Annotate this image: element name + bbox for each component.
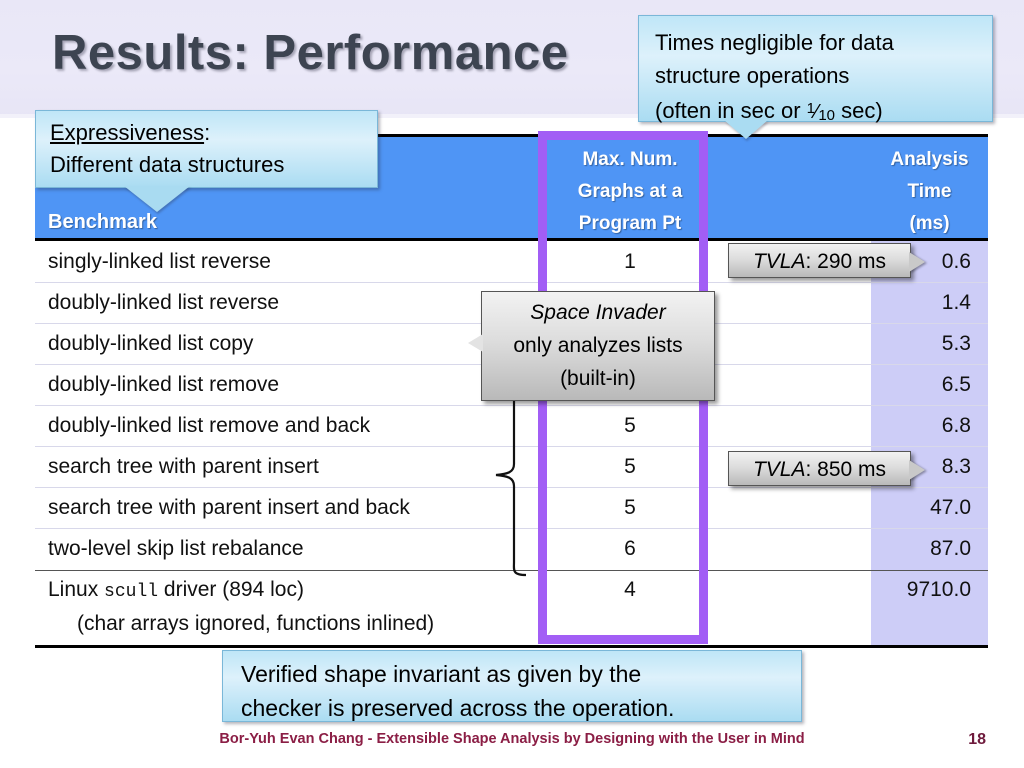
- page-number: 18: [968, 731, 986, 748]
- table-bottom-rule: [35, 645, 988, 648]
- benchmark-name: two-level skip list rebalance: [48, 537, 304, 560]
- benchmark-name: search tree with parent insert and back: [48, 496, 410, 519]
- callout-space-invader-line2: only analyzes lists: [513, 334, 683, 357]
- callout-tvla-850ms-text: TVLA: 850 ms: [729, 452, 910, 487]
- benchmark-name-post: driver (894 loc): [158, 578, 304, 601]
- callout-expressiveness: Expressiveness: Different data structure…: [35, 110, 378, 212]
- callout-space-invader-text: Space Invader only analyzes lists (built…: [482, 292, 714, 395]
- callout-expressiveness-text: Expressiveness: Different data structure…: [36, 111, 377, 181]
- callout-verified-text: Verified shape invariant as given by the…: [223, 651, 801, 725]
- benchmark-name: doubly-linked list remove: [48, 373, 280, 396]
- benchmark-name-mono: scull: [104, 582, 159, 602]
- analysis-time-value: 5.3: [941, 332, 971, 355]
- benchmark-name: doubly-linked list copy: [48, 332, 254, 355]
- benchmark-name-pre: Linux: [48, 578, 105, 601]
- column-header-analysis-line1: Analysis: [890, 149, 969, 170]
- benchmark-name: search tree with parent insert: [48, 455, 319, 478]
- benchmark-name: singly-linked list reverse: [48, 250, 271, 273]
- page-title: Results: Performance: [52, 26, 569, 80]
- tvla-name: TVLA: [752, 250, 806, 273]
- callout-tail-icon: [724, 120, 768, 139]
- fraction-denominator: 10: [818, 107, 836, 124]
- callout-tail-icon: [468, 334, 483, 352]
- callout-tvla-290ms-text: TVLA: 290 ms: [729, 244, 910, 279]
- callout-tail-icon: [909, 252, 925, 272]
- callout-times-line1: Times negligible for data: [655, 30, 894, 55]
- column-header-benchmark: Benchmark: [48, 211, 157, 233]
- footer-attribution: Bor-Yuh Evan Chang - Extensible Shape An…: [219, 731, 805, 747]
- callout-verified-line1: Verified shape invariant as given by the: [241, 661, 642, 687]
- callout-tail-icon: [124, 186, 190, 212]
- analysis-time-value: 6.5: [941, 373, 971, 396]
- callout-space-invader-line3: (built-in): [560, 367, 636, 390]
- callout-expressiveness-colon: :: [204, 120, 211, 145]
- callout-expressiveness-line2: Different data structures: [50, 152, 285, 177]
- analysis-time-value: 1.4: [941, 291, 971, 314]
- callout-verified-line2: checker is preserved across the operatio…: [241, 695, 675, 721]
- callout-tail-icon: [909, 460, 925, 480]
- tvla-value: : 290 ms: [805, 250, 887, 273]
- analysis-time-value: 9710.0: [906, 578, 971, 601]
- column-header-analysis-line2: Time: [907, 181, 952, 202]
- column-header-analysis-time: Analysis Time (ms): [871, 144, 988, 240]
- callout-expressiveness-heading: Expressiveness: [50, 120, 205, 145]
- callout-expressiveness-heading-row: Expressiveness:: [50, 117, 363, 149]
- slide-footer: Bor-Yuh Evan Chang - Extensible Shape An…: [0, 731, 1024, 755]
- callout-times-text: Times negligible for data structure oper…: [639, 16, 992, 132]
- tvla-value: : 850 ms: [805, 458, 887, 481]
- benchmark-name: Linux scull driver (894 loc): [48, 578, 304, 602]
- callout-space-invader: Space Invader only analyzes lists (built…: [468, 291, 715, 401]
- analysis-time-value: 47.0: [930, 496, 971, 519]
- tvla-name: TVLA: [752, 458, 806, 481]
- callout-times-line3-post: sec): [835, 98, 883, 123]
- analysis-time-value: 87.0: [930, 537, 971, 560]
- fraction-numerator: 1: [806, 100, 815, 117]
- callout-verified-invariant: Verified shape invariant as given by the…: [222, 650, 802, 722]
- callout-times-negligible: Times negligible for data structure oper…: [638, 15, 993, 139]
- analysis-time-value: 6.8: [941, 414, 971, 437]
- callout-space-invader-line1: Space Invader: [530, 301, 666, 324]
- callout-times-line2: structure operations: [655, 63, 850, 88]
- callout-tvla-850ms: TVLA: 850 ms: [728, 451, 925, 487]
- benchmark-name: doubly-linked list reverse: [48, 291, 280, 314]
- row-group-brace-icon: [495, 372, 527, 577]
- column-header-analysis-line3: (ms): [909, 213, 950, 234]
- slide-canvas: Results: Performance Benchmark Max. Num.…: [0, 0, 1024, 768]
- callout-times-line3: (often in sec or 1⁄10 sec): [655, 98, 883, 124]
- benchmark-name-subline: (char arrays ignored, functions inlined): [77, 612, 435, 635]
- callout-tvla-290ms: TVLA: 290 ms: [728, 243, 925, 279]
- benchmark-name: doubly-linked list remove and back: [48, 414, 371, 437]
